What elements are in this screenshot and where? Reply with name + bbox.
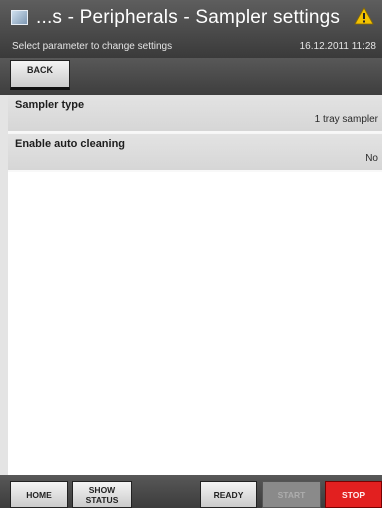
show-status-button[interactable]: SHOW STATUS bbox=[72, 481, 132, 508]
header-bar: ...s - Peripherals - Sampler settings Se… bbox=[0, 0, 382, 58]
back-button[interactable]: BACK bbox=[10, 60, 70, 90]
left-margin bbox=[0, 95, 8, 475]
param-value: No bbox=[365, 153, 378, 164]
ready-button[interactable]: READY bbox=[200, 481, 257, 508]
sampler-settings-screen: ...s - Peripherals - Sampler settings Se… bbox=[0, 0, 382, 508]
param-label: Enable auto cleaning bbox=[15, 138, 126, 150]
page-title: ...s - Peripherals - Sampler settings bbox=[36, 7, 341, 28]
show-status-label-line1: SHOW bbox=[88, 485, 116, 495]
datetime-display: 16.12.2011 11:28 bbox=[299, 41, 376, 52]
warning-triangle-icon[interactable] bbox=[354, 7, 374, 25]
instruction-text: Select parameter to change settings bbox=[12, 41, 173, 52]
param-row-enable-auto-cleaning[interactable]: Enable auto cleaning No bbox=[8, 134, 382, 172]
window-icon bbox=[11, 10, 28, 25]
home-button[interactable]: HOME bbox=[10, 481, 68, 508]
toolbar: BACK bbox=[0, 58, 382, 95]
param-label: Sampler type bbox=[15, 99, 85, 111]
param-row-sampler-type[interactable]: Sampler type 1 tray sampler bbox=[8, 95, 382, 133]
stop-button[interactable]: STOP bbox=[325, 481, 382, 508]
show-status-label-line2: STATUS bbox=[85, 495, 119, 505]
param-value: 1 tray sampler bbox=[314, 114, 378, 125]
start-button[interactable]: START bbox=[262, 481, 321, 508]
empty-content-area bbox=[8, 172, 382, 475]
bottom-button-bar: HOME SHOW STATUS READY START STOP bbox=[0, 475, 382, 508]
